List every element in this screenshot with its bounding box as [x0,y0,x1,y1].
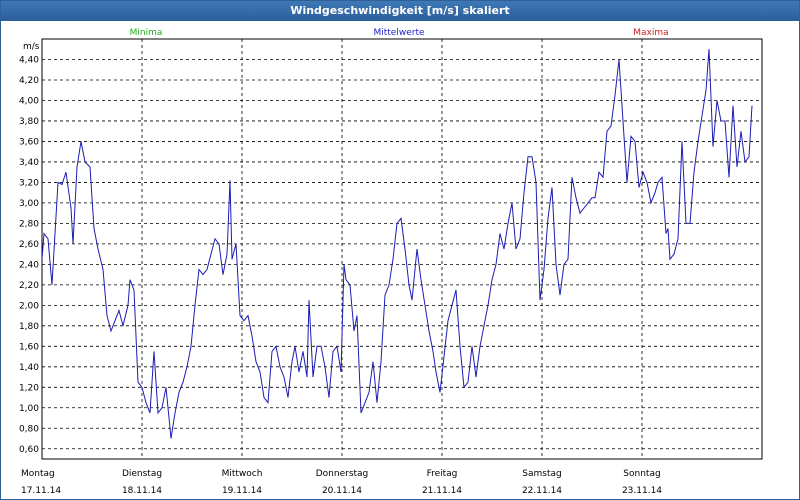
y-axis-ticks: 0,60 0,80 1,00 1,20 1,40 1,60 1,80 2,00 2,20 2,40… [19,55,39,454]
y-tick-label: 2,20 [19,281,39,291]
y-tick-label: 4,20 [19,76,39,86]
x-tick-date-label: 22.11.14 [522,486,562,496]
x-tick-day-label: Dienstag [122,469,162,479]
x-tick-day-label: Samstag [522,469,561,479]
x-tick-day-label: Montag [21,469,55,479]
y-tick-label: 4,00 [19,96,39,106]
chart-window: Windgeschwindigkeit [m/s] skaliert 0,60 0… [0,0,800,500]
y-tick-label: 0,60 [19,445,39,455]
y-axis-unit-label: m/s [23,42,40,52]
legend-item-maxima: Maxima [633,28,668,38]
y-tick-label: 2,60 [19,240,39,250]
y-tick-label: 3,40 [19,158,39,168]
legend: Minima Mittelwerte Maxima [130,28,669,38]
grid [41,38,763,460]
x-axis-ticks: Montag 17.11.14 Dienstag 18.11.14 Mittwoch 19… [21,469,662,496]
legend-item-mittelwerte: Mittelwerte [373,28,424,38]
x-tick-date-label: 18.11.14 [122,486,162,496]
x-tick-day-label: Mittwoch [222,469,263,479]
y-tick-label: 2,80 [19,219,39,229]
legend-item-minima: Minima [130,28,163,38]
y-tick-label: 3,80 [19,117,39,127]
x-tick-date-label: 17.11.14 [21,486,61,496]
x-tick-day-label: Sonntag [623,469,660,479]
x-tick-date-label: 23.11.14 [622,486,662,496]
line-chart: 0,60 0,80 1,00 1,20 1,40 1,60 1,80 2,00 2,20 2,40… [19,28,763,496]
y-tick-label: 3,20 [19,178,39,188]
x-tick-day-label: Donnerstag [316,469,369,479]
x-tick-date-label: 19.11.14 [222,486,262,496]
x-tick-day-label: Freitag [427,469,458,479]
x-tick-date-label: 20.11.14 [322,486,362,496]
y-tick-label: 2,40 [19,260,39,270]
y-tick-label: 0,80 [19,424,39,434]
y-tick-label: 3,00 [19,199,39,209]
y-tick-label: 3,60 [19,137,39,147]
y-tick-label: 4,40 [19,55,39,65]
y-tick-label: 2,00 [19,301,39,311]
y-tick-label: 1,80 [19,322,39,332]
y-tick-label: 1,60 [19,342,39,352]
y-tick-label: 1,00 [19,404,39,414]
x-tick-date-label: 21.11.14 [422,486,462,496]
y-tick-label: 1,40 [19,363,39,373]
y-tick-label: 1,20 [19,383,39,393]
plot-frame [41,38,763,460]
